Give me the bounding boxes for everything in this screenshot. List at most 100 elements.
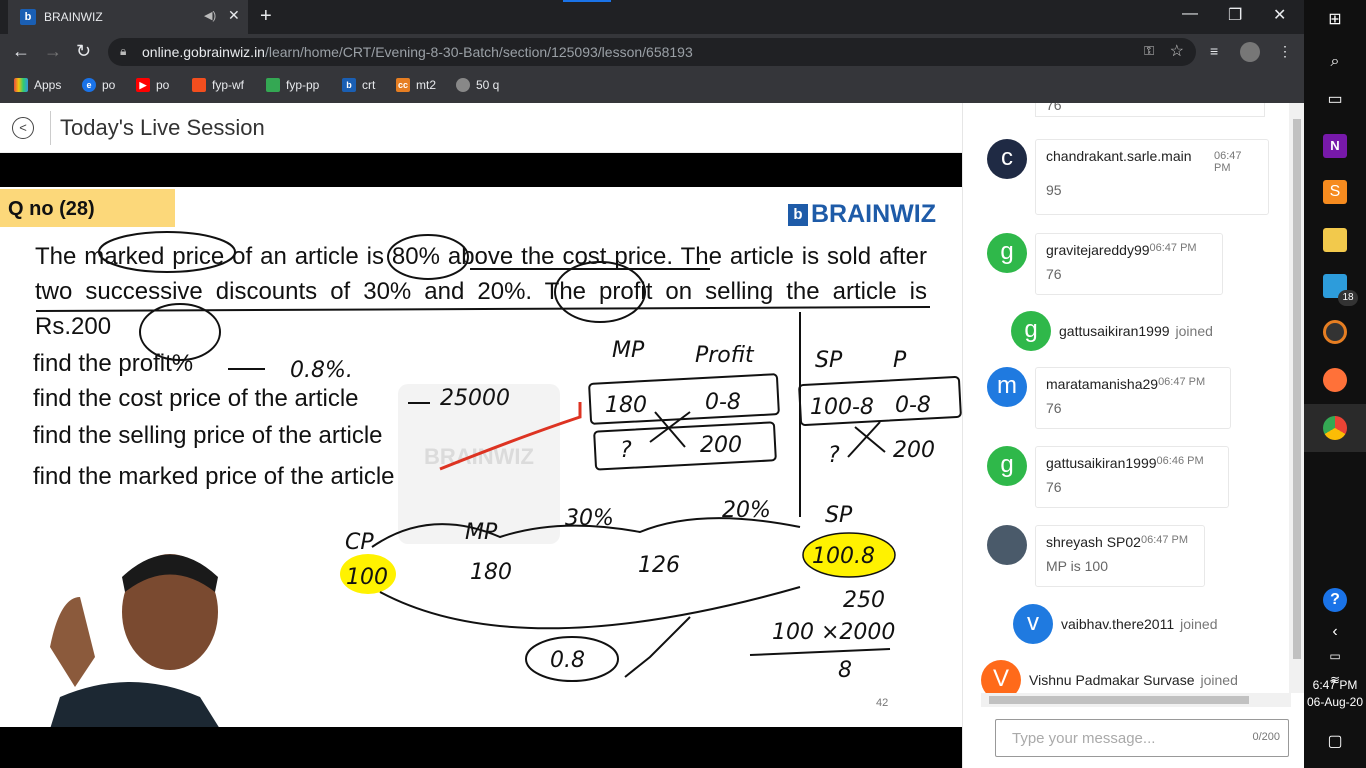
restore-button[interactable]: ❐	[1228, 5, 1242, 25]
chevron-left-icon[interactable]: ‹	[1323, 620, 1347, 644]
figma-icon	[192, 78, 206, 92]
url-host: online.gobrainwiz.in	[142, 44, 265, 60]
bookmark-label: fyp-wf	[212, 78, 245, 92]
battery-wifi-icon[interactable]: ▭ ≋	[1323, 644, 1347, 687]
onenote-icon[interactable]: N	[1323, 134, 1347, 158]
help-icon[interactable]: ?	[1323, 588, 1347, 612]
bookmark-label: po	[156, 78, 170, 92]
forward-icon[interactable]: →	[44, 41, 62, 62]
brainwiz-logo-icon: b	[788, 203, 808, 226]
avatar: m	[987, 367, 1027, 407]
doc-icon	[266, 78, 280, 92]
chrome-icon[interactable]	[1323, 416, 1347, 440]
hw-8: 8	[838, 658, 852, 683]
task-view-icon[interactable]: ▭	[1323, 88, 1347, 112]
new-tab-button[interactable]: +	[260, 5, 272, 28]
divider	[50, 111, 51, 145]
hw-20pct: 20%	[722, 498, 771, 523]
hw-calc: 100 ×2000	[772, 620, 895, 645]
hw-sp-label: SP	[825, 503, 853, 528]
hw-180b: 180	[470, 560, 512, 585]
hw-08b: 0-8	[895, 393, 931, 418]
speaker-icon[interactable]: ◀)	[204, 9, 216, 22]
bookmark-label: Apps	[34, 78, 62, 92]
chat-message-input[interactable]: Type your message... 0/200	[995, 719, 1289, 757]
lecture-slide: Q no (28) b BRAINWIZ BRAINWIZ The marked …	[0, 187, 962, 727]
hw-200a: 200	[700, 433, 742, 458]
bookmark-fyp-wf[interactable]: fyp-wf	[192, 78, 244, 92]
notification-badge: 18	[1338, 290, 1358, 306]
chat-panel: 76 c chandrakant.sarle.main 06:47 PM 95 g …	[962, 103, 1305, 768]
globe-icon	[456, 78, 470, 92]
apps-grid-icon	[14, 78, 28, 92]
hw-08a: 0-8	[705, 390, 741, 415]
hw-126: 126	[638, 553, 680, 578]
task-cost-price: find the cost price of the article	[33, 385, 359, 412]
hw-200b: 200	[893, 438, 935, 463]
minimize-button[interactable]: —	[1182, 5, 1198, 23]
brainwiz-icon: b	[342, 78, 356, 92]
search-icon[interactable]: ⌕	[1323, 50, 1347, 74]
back-icon[interactable]: ←	[12, 41, 30, 62]
bookmark-star-icon[interactable]: ☆	[1170, 41, 1184, 61]
notifications-icon[interactable]: ▢	[1323, 730, 1347, 754]
avatar	[987, 525, 1027, 565]
media-control-icon[interactable]: ≡	[1210, 43, 1218, 59]
question-text: The marked price of an article is 80% ab…	[35, 243, 927, 340]
po-icon: e	[82, 78, 96, 92]
brainwiz-favicon-icon: b	[20, 9, 36, 25]
page-number: 42	[876, 697, 889, 709]
clock[interactable]: 6:47 PM 06-Aug-20	[1304, 678, 1366, 709]
browser-tab[interactable]: b BRAINWIZ ◀) ✕	[8, 0, 248, 34]
close-window-button[interactable]: ✕	[1273, 5, 1286, 25]
back-circle-icon[interactable]: <	[12, 117, 34, 139]
bookmark-crt[interactable]: b crt	[342, 78, 375, 92]
bookmark-label: fyp-pp	[286, 78, 320, 92]
chat-vertical-scrollbar[interactable]	[1289, 103, 1305, 693]
browser-toolbar: ← → ↻ 🔒︎ online.gobrainwiz.in/learn/home…	[0, 34, 1304, 70]
hw-30pct: 30%	[565, 506, 614, 531]
windows-start-icon[interactable]: ⊞	[1323, 8, 1347, 32]
watermark: BRAINWIZ	[398, 384, 560, 544]
clock-date: 06-Aug-20	[1306, 695, 1364, 709]
firefox-icon[interactable]	[1323, 368, 1347, 392]
browser-titlebar: b BRAINWIZ ◀) ✕ + — ❐ ✕	[0, 0, 1304, 34]
hw-100: 100	[346, 565, 388, 590]
video-player[interactable]: Q no (28) b BRAINWIZ BRAINWIZ The marked …	[0, 153, 962, 768]
bookmark-apps[interactable]: Apps	[14, 78, 61, 92]
menu-icon[interactable]: ⋮	[1278, 43, 1292, 60]
lock-icon: 🔒︎	[120, 44, 127, 58]
bookmark-po-2[interactable]: ▶ po	[136, 78, 169, 92]
brainwiz-logo: b BRAINWIZ	[788, 200, 936, 229]
bookmark-fyp-pp[interactable]: fyp-pp	[266, 78, 319, 92]
presenter-video	[0, 537, 268, 727]
file-explorer-icon[interactable]	[1323, 228, 1347, 252]
bookmark-mt2[interactable]: cc mt2	[396, 78, 436, 92]
chat-horizontal-scrollbar[interactable]	[981, 693, 1291, 707]
scrollbar-thumb[interactable]	[1293, 119, 1301, 659]
hw-p-head: P	[893, 348, 907, 373]
address-bar[interactable]: 🔒︎ online.gobrainwiz.in/learn/home/CRT/E…	[108, 38, 1196, 66]
bookmark-label: 50 q	[476, 78, 500, 92]
hw-q2: ?	[828, 443, 840, 468]
tab-indicator	[563, 0, 611, 2]
chat-messages: 76 c chandrakant.sarle.main 06:47 PM 95 g …	[963, 103, 1293, 693]
close-tab-icon[interactable]: ✕	[228, 7, 240, 24]
page-header: < Today's Live Session	[0, 103, 962, 153]
chat-message-partial: 76	[1035, 103, 1265, 117]
avatar: v	[1013, 604, 1053, 644]
avatar: g	[987, 233, 1027, 273]
bookmarks-bar: Apps e po ▶ po fyp-wf fyp-pp b crt cc mt2 50…	[0, 70, 1304, 103]
bookmark-po-1[interactable]: e po	[82, 78, 115, 92]
scrollbar-thumb[interactable]	[989, 696, 1249, 704]
profile-avatar[interactable]	[1240, 42, 1260, 62]
bookmark-50q[interactable]: 50 q	[456, 78, 499, 92]
task-selling-price: find the selling price of the article	[33, 422, 383, 449]
reload-icon[interactable]: ↻	[76, 41, 91, 62]
key-icon[interactable]: ⚿	[1144, 43, 1154, 59]
hw-sp-head: SP	[815, 348, 843, 373]
hw-profit: 0.8%.	[290, 358, 353, 383]
bookmark-label: crt	[362, 78, 376, 92]
obs-icon[interactable]	[1323, 320, 1347, 344]
sublime-icon[interactable]: S	[1323, 180, 1347, 204]
